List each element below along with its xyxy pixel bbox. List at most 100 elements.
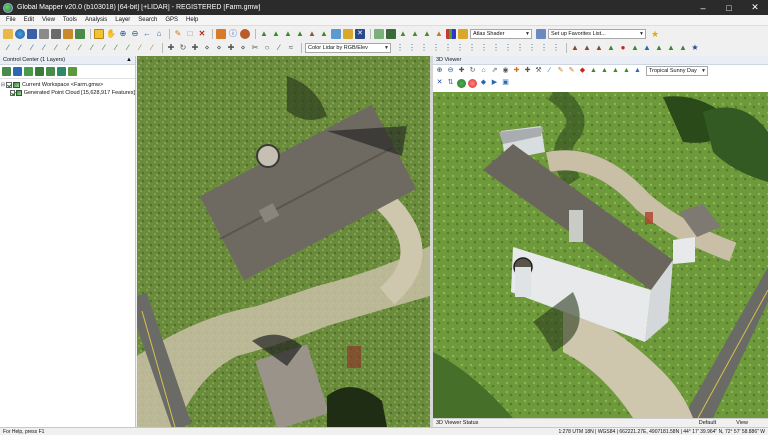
zoom-rect-icon[interactable] [94,28,104,39]
lidar-filter-12-icon[interactable]: ⋮ [527,43,537,53]
lidar-filter-1-icon[interactable]: ⋮ [395,43,405,53]
lidar-filter-10-icon[interactable]: ⋮ [503,43,513,53]
draw-area-7-icon[interactable]: ∕ [123,43,133,53]
reset-view-icon[interactable]: ⌂ [479,67,488,76]
image-tool-1-icon[interactable] [374,28,384,39]
vertex-icon[interactable]: ⋄ [214,43,224,53]
zoom-out-icon[interactable]: ⊖ [130,29,140,39]
layer-move-icon[interactable] [35,67,44,76]
measure-icon[interactable]: ✚ [523,67,532,76]
open-globe-icon[interactable] [15,28,25,39]
close-view-icon[interactable]: ✕ [355,28,365,39]
back-arrow-icon[interactable]: ← [142,29,152,39]
rotate-icon[interactable]: ↻ [468,67,477,76]
join-icon[interactable]: ⋄ [238,43,248,53]
close-button[interactable]: ✕ [742,0,768,15]
snap-icon[interactable]: ⋄ [202,43,212,53]
edit-vertex-icon[interactable]: □ [185,29,195,39]
terrain-tool-3-icon[interactable]: ▲ [283,29,293,39]
snapshot-icon[interactable]: ▣ [501,79,510,88]
layer-options-icon[interactable] [13,67,22,76]
tools-icon[interactable]: ⚒ [534,67,543,76]
lidar-filter-4-icon[interactable]: ⋮ [431,43,441,53]
play-icon[interactable] [457,78,466,88]
maximize-button[interactable]: □ [716,0,742,15]
move-icon[interactable]: ✚ [166,43,176,53]
map-2d-view[interactable] [137,56,430,427]
draw-line-4-icon[interactable]: ∕ [39,43,49,53]
workspace-checkbox[interactable] [6,82,12,88]
menu-view[interactable]: View [42,17,55,23]
terrain-4-icon[interactable]: ▲ [622,67,631,76]
histogram-icon[interactable] [446,28,456,39]
layer-zoom-icon[interactable] [57,67,66,76]
menu-gps[interactable]: GPS [165,17,178,23]
image-tool-2-icon[interactable] [386,28,396,39]
terrain-2-icon[interactable]: ▲ [600,67,609,76]
select-icon[interactable]: ⇗ [490,67,499,76]
draw-line-2-icon[interactable]: ∕ [15,43,25,53]
path-profile-icon[interactable] [331,28,341,39]
lidar-class-3-icon[interactable]: ▲ [594,43,604,53]
cut-icon[interactable]: ✂ [250,43,260,53]
pencil-icon[interactable]: ✎ [556,67,565,76]
draw-area-2-icon[interactable]: ∕ [63,43,73,53]
draw-area-6-icon[interactable]: ∕ [111,43,121,53]
menu-file[interactable]: File [6,17,16,23]
lidar-filter-7-icon[interactable]: ⋮ [467,43,477,53]
lidar-class-1-icon[interactable]: ▲ [570,43,580,53]
measure-icon[interactable] [216,28,226,39]
draw-area-5-icon[interactable]: ∕ [99,43,109,53]
favorites-star-icon[interactable]: ★ [650,29,660,39]
lidar-class-5-icon[interactable]: ● [618,43,628,53]
lidar-tool-2-icon[interactable]: ▲ [410,29,420,39]
stop-icon[interactable] [468,78,477,88]
lidar-filter-11-icon[interactable]: ⋮ [515,43,525,53]
lidar-filter-6-icon[interactable]: ⋮ [455,43,465,53]
shader-tool-icon[interactable] [458,28,468,39]
sky-select[interactable]: Tropical Sunny Day ▼ [646,66,708,76]
terrain-1-icon[interactable]: ▲ [589,67,598,76]
lidar-tool-1-icon[interactable]: ▲ [398,29,408,39]
close-icon[interactable]: ✕ [435,79,444,88]
flip-icon[interactable]: ⇅ [446,79,455,88]
layer-metadata-icon[interactable] [24,67,33,76]
crosshair-icon[interactable]: ✚ [190,43,200,53]
draw-area-8-icon[interactable]: ∕ [135,43,145,53]
terrain-3-icon[interactable]: ▲ [611,67,620,76]
viewer-3d-scene[interactable] [433,92,768,418]
minimize-button[interactable]: – [690,0,716,15]
pan-hand-icon[interactable]: ✋ [106,29,116,39]
lidar-filter-5-icon[interactable]: ⋮ [443,43,453,53]
layer-close-icon[interactable] [46,67,55,76]
draw-area-1-icon[interactable]: ∕ [51,43,61,53]
lidar-filter-13-icon[interactable]: ⋮ [539,43,549,53]
draw-area-9-icon[interactable]: ∕ [147,43,157,53]
zoom-in-icon[interactable]: ⊕ [118,29,128,39]
zoom-in-icon[interactable]: ⊕ [435,67,444,76]
lidar-class-9-icon[interactable]: ▲ [666,43,676,53]
camera-icon[interactable]: ◉ [501,67,510,76]
panel-pin-icon[interactable]: ▲ [126,57,132,63]
lidar-class-2-icon[interactable]: ▲ [582,43,592,53]
menu-search[interactable]: Search [138,17,157,23]
feature-info-icon[interactable] [240,28,250,39]
draw-area-3-icon[interactable]: ∕ [75,43,85,53]
draw-icon[interactable]: ∕ [545,67,554,76]
shader-select[interactable]: Atlas Shader ▼ [470,28,532,39]
lidar-class-7-icon[interactable]: ▲ [642,43,652,53]
rotate-icon[interactable]: ↻ [178,43,188,53]
terrain-tool-6-icon[interactable]: ▲ [319,29,329,39]
layer-node[interactable]: Generated Point Cloud [15,628,917 Featur… [0,89,135,97]
shader-settings-icon[interactable] [536,28,546,39]
zoom-out-icon[interactable]: ⊖ [446,67,455,76]
eraser-icon[interactable]: ◆ [578,67,587,76]
layer-checkbox[interactable] [10,90,15,96]
buffer-icon[interactable]: ○ [262,43,272,53]
lidar-class-8-icon[interactable]: ▲ [654,43,664,53]
lidar-class-10-icon[interactable]: ▲ [678,43,688,53]
lidar-class-4-icon[interactable]: ▲ [606,43,616,53]
info-icon[interactable]: ⓘ [228,29,238,39]
fly-through-icon[interactable]: ▶ [490,79,499,88]
overview-icon[interactable] [75,28,85,39]
